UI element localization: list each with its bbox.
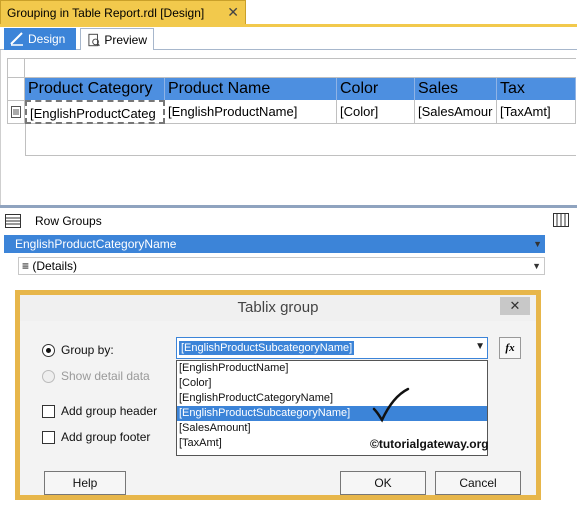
help-button[interactable]: Help — [44, 471, 126, 495]
show-detail-label: Show detail data — [61, 369, 150, 383]
header-cell[interactable]: Sales — [415, 78, 497, 100]
dropdown-option[interactable]: [EnglishProductName] — [177, 361, 487, 376]
row-groups-icon — [5, 213, 21, 228]
group-item-label: ≡ (Details) — [22, 259, 78, 273]
header-row-handle[interactable] — [7, 78, 25, 100]
add-group-footer-checkbox[interactable] — [42, 431, 55, 444]
header-cell[interactable]: Product Category — [25, 78, 165, 100]
design-surface: Product Category Product Name Color Sale… — [0, 50, 577, 205]
tablix: Product Category Product Name Color Sale… — [7, 58, 576, 124]
group-item-label: EnglishProductCategoryName — [15, 237, 177, 251]
dropdown-option-selected[interactable]: [EnglishProductSubcategoryName] — [177, 406, 487, 421]
checkmark-icon — [372, 387, 410, 423]
group-by-combo[interactable]: [EnglishProductSubcategoryName] ▼ — [176, 337, 488, 359]
tab-preview[interactable]: Preview — [80, 28, 154, 50]
group-item-details[interactable]: ≡ (Details) ▼ — [18, 257, 545, 275]
document-tab-strip: Grouping in Table Report.rdl [Design] ✕ — [0, 0, 577, 25]
chevron-down-icon[interactable]: ▼ — [533, 235, 542, 253]
add-group-header-label: Add group header — [61, 404, 158, 418]
dropdown-option[interactable]: [SalesAmount] — [177, 421, 487, 436]
chevron-down-icon[interactable]: ▼ — [475, 341, 485, 352]
dialog-title: Tablix group — [20, 295, 536, 321]
group-by-value: [EnglishProductSubcategoryName] — [179, 341, 355, 355]
dropdown-option[interactable]: [EnglishProductCategoryName] — [177, 391, 487, 406]
view-tabs: Design Preview — [0, 27, 577, 50]
details-cell[interactable]: [TaxAmt] — [497, 100, 576, 124]
row-groups-title: Row Groups — [35, 213, 102, 228]
add-group-footer-label: Add group footer — [61, 430, 151, 444]
chevron-down-icon[interactable]: ▼ — [532, 258, 541, 274]
row-groups-bar: Row Groups — [0, 205, 577, 233]
expression-button[interactable]: fx — [499, 337, 521, 359]
header-cell[interactable]: Product Name — [165, 78, 337, 100]
tab-preview-label: Preview — [104, 32, 147, 47]
details-group-icon — [11, 106, 21, 118]
details-cell[interactable]: [SalesAmour — [415, 100, 497, 124]
details-cell[interactable]: [EnglishProductName] — [165, 100, 337, 124]
tab-design[interactable]: Design — [4, 28, 76, 50]
header-cell[interactable]: Color — [337, 78, 415, 100]
dialog-close-button[interactable]: ✕ — [500, 297, 530, 315]
table-header-row: Product Category Product Name Color Sale… — [25, 78, 576, 100]
cancel-button[interactable]: Cancel — [435, 471, 521, 495]
header-cell[interactable]: Tax — [497, 78, 576, 100]
tablix-corner-handle[interactable] — [7, 58, 25, 78]
column-handles[interactable] — [25, 58, 576, 78]
group-by-label: Group by: — [61, 343, 114, 357]
tab-design-label: Design — [28, 32, 66, 46]
details-cell[interactable]: [Color] — [337, 100, 415, 124]
document-tab[interactable]: Grouping in Table Report.rdl [Design] ✕ — [0, 0, 246, 25]
add-group-header-checkbox[interactable] — [42, 405, 55, 418]
document-tab-title: Grouping in Table Report.rdl [Design] — [7, 5, 205, 20]
report-body — [25, 124, 576, 156]
column-groups-icon[interactable] — [553, 213, 569, 227]
design-icon — [10, 32, 23, 46]
table-details-row: [EnglishProductCateg [EnglishProductName… — [25, 100, 576, 124]
dropdown-option[interactable]: [Color] — [177, 376, 487, 391]
details-row-handle[interactable] — [7, 100, 25, 124]
watermark: ©tutorialgateway.org — [370, 437, 489, 451]
close-icon[interactable]: ✕ — [227, 4, 239, 21]
show-detail-radio — [42, 370, 55, 383]
ok-button[interactable]: OK — [340, 471, 426, 495]
preview-icon — [88, 33, 100, 46]
tablix-group-dialog: Tablix group ✕ Group by: [EnglishProduct… — [15, 290, 541, 500]
group-by-radio[interactable] — [42, 344, 55, 357]
group-item-category[interactable]: EnglishProductCategoryName ▼ — [4, 235, 545, 253]
details-cell[interactable]: [EnglishProductCateg — [25, 100, 165, 124]
